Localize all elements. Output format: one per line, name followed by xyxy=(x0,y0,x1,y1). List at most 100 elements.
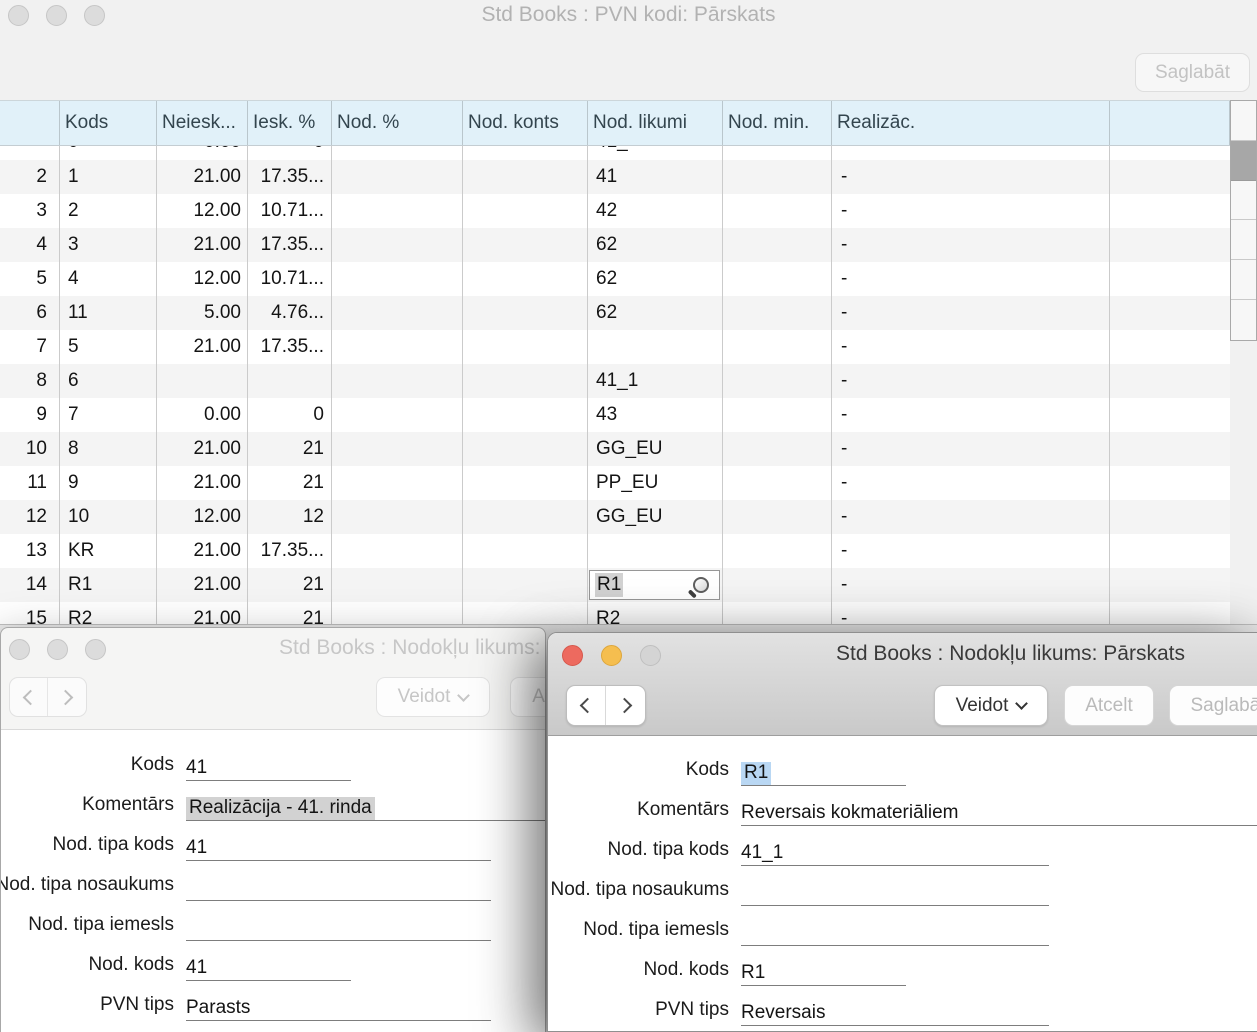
cell-kods: 8 xyxy=(60,432,157,466)
cell-realizac: - xyxy=(832,160,1110,194)
komentars-field[interactable]: Realizācija - 41. rinda xyxy=(186,794,546,821)
cell-blank xyxy=(1110,398,1230,432)
alphabet-letter[interactable] xyxy=(1231,220,1256,260)
cell-realizac: - xyxy=(832,534,1110,568)
cell-nodmin xyxy=(723,500,832,534)
cell-nodproc xyxy=(332,466,463,500)
nod-kods-field[interactable]: 41 xyxy=(186,954,351,981)
nod-tipa-kods-field[interactable]: 41 xyxy=(186,834,491,861)
alphabet-letter[interactable] xyxy=(1231,300,1256,340)
record-form: Kods 41 Komentārs Realizācija - 41. rind… xyxy=(1,729,545,1032)
nod-tipa-iemesls-field[interactable] xyxy=(741,919,1049,946)
nod-kods-field[interactable]: R1 xyxy=(741,959,906,986)
save-button[interactable]: Saglabāt xyxy=(1135,53,1250,92)
cell-nodproc xyxy=(332,432,463,466)
traffic-lights xyxy=(9,639,106,660)
cell-realizac: - xyxy=(832,228,1110,262)
table-row[interactable]: 3 2 12.00 10.71... 42 - xyxy=(0,194,1230,228)
cell-likumi xyxy=(588,330,723,364)
cancel-button[interactable]: Atcelt xyxy=(1064,685,1154,726)
cell-nodmin xyxy=(723,432,832,466)
table-row[interactable]: 12 10 12.00 12 GG_EU - xyxy=(0,500,1230,534)
cell-neiesk xyxy=(157,364,248,398)
table-row[interactable]: 7 5 21.00 17.35... - xyxy=(0,330,1230,364)
cell-realizac: - xyxy=(832,568,1110,602)
table-row[interactable]: 2 1 21.00 17.35... 41 - xyxy=(0,160,1230,194)
pvn-tips-field[interactable]: Reversais xyxy=(741,999,1049,1026)
komentars-label: Komentārs xyxy=(637,799,729,821)
alphabet-letter[interactable] xyxy=(1231,141,1256,181)
search-icon[interactable] xyxy=(693,577,709,593)
zoom-button[interactable] xyxy=(640,645,661,666)
nod-tipa-kods-label: Nod. tipa kods xyxy=(608,839,729,861)
column-header-blank xyxy=(1110,101,1230,145)
column-header-iesk[interactable]: Iesk. % xyxy=(248,101,332,145)
table-row[interactable]: 6 11 5.00 4.76... 62 - xyxy=(0,296,1230,330)
column-header-nodproc[interactable]: Nod. % xyxy=(332,101,463,145)
nod-tipa-iemesls-field[interactable] xyxy=(186,914,491,941)
likumi-edit-field[interactable]: R1 xyxy=(589,570,720,600)
nod-tipa-nosaukums-field[interactable] xyxy=(186,874,491,901)
cell-nodkonts xyxy=(463,568,588,602)
cell-rownum: 5 xyxy=(0,262,60,296)
cell-rownum: 14 xyxy=(0,568,60,602)
column-header-neiesk[interactable]: Neiesk... xyxy=(157,101,248,145)
komentars-field[interactable]: Reversais kokmateriāliem xyxy=(741,799,1257,826)
table-row[interactable]: 8 6 41_1 - xyxy=(0,364,1230,398)
forward-button[interactable] xyxy=(606,686,645,725)
close-button[interactable] xyxy=(562,645,583,666)
cell-realizac: - xyxy=(832,500,1110,534)
titlebar[interactable]: Std Books : PVN kodi: Pārskats xyxy=(0,0,1257,32)
alphabet-letter[interactable] xyxy=(1231,101,1256,141)
column-header-nodmin[interactable]: Nod. min. xyxy=(723,101,832,145)
create-button[interactable]: Veidot xyxy=(376,677,490,717)
kods-field[interactable]: 41 xyxy=(186,754,351,781)
cell-rownum: 12 xyxy=(0,500,60,534)
alphabet-letter[interactable] xyxy=(1231,181,1256,221)
save-button[interactable]: Saglabāt xyxy=(1169,685,1257,726)
table-row[interactable]: 4 3 21.00 17.35... 62 - xyxy=(0,228,1230,262)
titlebar[interactable]: Std Books : Nodokļu likums: Pārskats Vei… xyxy=(548,633,1257,736)
table-row[interactable]: 13 KR 21.00 17.35... - xyxy=(0,534,1230,568)
back-button[interactable] xyxy=(567,686,606,725)
zoom-button[interactable] xyxy=(85,639,106,660)
traffic-lights xyxy=(562,645,661,666)
table-row[interactable]: 5 4 12.00 10.71... 62 - xyxy=(0,262,1230,296)
table-row[interactable]: 10 8 21.00 21 GG_EU - xyxy=(0,432,1230,466)
likumi-edit-value: R1 xyxy=(595,573,623,597)
column-header-nodkonts[interactable]: Nod. konts xyxy=(463,101,588,145)
cell-kods: 9 xyxy=(60,466,157,500)
table-row[interactable]: 9 7 0.00 0 43 - xyxy=(0,398,1230,432)
cancel-button[interactable]: Atcelt xyxy=(510,677,546,717)
close-button[interactable] xyxy=(9,639,30,660)
cell-likumi: PP_EU xyxy=(588,466,723,500)
create-button[interactable]: Veidot xyxy=(934,685,1048,726)
cell-nodkonts xyxy=(463,296,588,330)
cell-likumi: 62 xyxy=(588,262,723,296)
cell-rownum: 10 xyxy=(0,432,60,466)
alphabet-letter[interactable] xyxy=(1231,260,1256,300)
column-header-likumi[interactable]: Nod. likumi xyxy=(588,101,723,145)
table-row[interactable]: 14 R1 21.00 21 R1 - xyxy=(0,568,1230,602)
column-header-realizac[interactable]: Realizāc. xyxy=(832,101,1110,145)
kods-field[interactable]: R1 xyxy=(741,759,906,786)
cell-rownum: 4 xyxy=(0,228,60,262)
nod-tipa-nosaukums-field[interactable] xyxy=(741,879,1049,906)
cell-realizac: - xyxy=(832,398,1110,432)
back-button[interactable] xyxy=(10,678,48,716)
nod-tipa-kods-field[interactable]: 41_1 xyxy=(741,839,1049,866)
cell-kods: 3 xyxy=(60,228,157,262)
column-header-kods[interactable]: Kods xyxy=(60,101,157,145)
table-row-partial[interactable]: 0 0.00 0 41_ xyxy=(0,146,1230,160)
minimize-button[interactable] xyxy=(47,639,68,660)
cell-blank xyxy=(1110,296,1230,330)
pvn-tips-field[interactable]: Parasts xyxy=(186,994,491,1021)
minimize-button[interactable] xyxy=(601,645,622,666)
column-header-rownum[interactable] xyxy=(0,101,60,145)
table-row[interactable]: 11 9 21.00 21 PP_EU - xyxy=(0,466,1230,500)
form-row-nod-tipa-kods: Nod. tipa kods 41_1 xyxy=(548,833,1257,873)
cell-likumi: 62 xyxy=(588,228,723,262)
forward-button[interactable] xyxy=(48,678,86,716)
cell-nodmin xyxy=(723,262,832,296)
nod-tipa-nosaukums-label: Nod. tipa nosaukums xyxy=(0,874,174,896)
